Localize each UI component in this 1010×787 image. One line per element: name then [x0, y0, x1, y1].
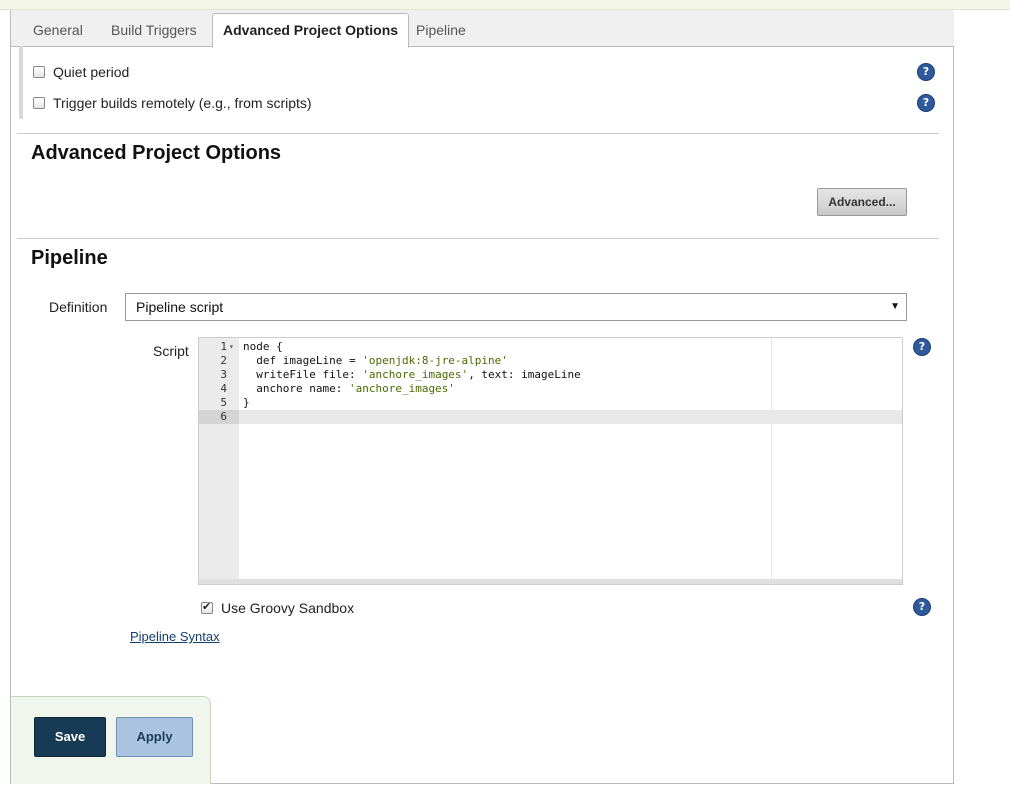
tab-bar: General Build Triggers Advanced Project … [11, 10, 954, 48]
trigger-remote-row: Trigger builds remotely (e.g., from scri… [33, 93, 312, 113]
tab-pipeline[interactable]: Pipeline [406, 14, 476, 46]
help-icon[interactable]: ? [913, 598, 931, 616]
advanced-button[interactable]: Advanced... [817, 188, 907, 216]
line-number: 1 [220, 340, 227, 353]
line-number: 3 [220, 368, 227, 381]
trigger-remote-checkbox[interactable] [33, 97, 45, 109]
code-text: writeFile file: 'anchore_images', text: … [243, 368, 581, 381]
code-text: anchore name: 'anchore_images' [243, 382, 455, 395]
definition-label: Definition [49, 299, 108, 315]
fold-arrow-icon[interactable]: ▾ [229, 340, 234, 354]
pipeline-section-title: Pipeline [31, 247, 108, 269]
section-divider [17, 133, 939, 134]
help-icon[interactable]: ? [913, 338, 931, 356]
code-line-active: 6 [199, 410, 902, 424]
code-line: 1 ▾ node { [199, 340, 902, 354]
action-bar: Save Apply [11, 696, 211, 784]
quiet-period-row: Quiet period [33, 62, 129, 82]
code-line: 5 } [199, 396, 902, 410]
apply-button[interactable]: Apply [116, 717, 193, 757]
line-number: 4 [220, 382, 227, 395]
code-text: } [243, 396, 250, 409]
code-line: 4 anchore name: 'anchore_images' [199, 382, 902, 396]
section-indent-bar [19, 46, 23, 119]
tab-general[interactable]: General [23, 14, 93, 46]
trigger-remote-label: Trigger builds remotely (e.g., from scri… [53, 95, 312, 111]
tab-advanced-project-options[interactable]: Advanced Project Options [212, 13, 410, 48]
tab-build-triggers[interactable]: Build Triggers [101, 14, 207, 46]
quiet-period-checkbox[interactable] [33, 66, 45, 78]
top-strip [0, 0, 1010, 10]
dropdown-arrow-icon: ▼ [890, 301, 900, 312]
sandbox-label: Use Groovy Sandbox [221, 600, 355, 616]
definition-select[interactable]: Pipeline script ▼ [125, 293, 907, 321]
code-line: 2 def imageLine = 'openjdk:8-jre-alpine' [199, 354, 902, 368]
line-number: 6 [199, 410, 239, 424]
help-icon[interactable]: ? [917, 63, 935, 81]
code-text: def imageLine = 'openjdk:8-jre-alpine' [243, 354, 508, 367]
quiet-period-label: Quiet period [53, 64, 130, 80]
advanced-section-title: Advanced Project Options [31, 142, 282, 164]
save-button[interactable]: Save [34, 717, 106, 757]
line-number: 5 [220, 396, 227, 409]
help-icon[interactable]: ? [917, 94, 935, 112]
definition-value: Pipeline script [136, 299, 224, 315]
line-number: 2 [220, 354, 227, 367]
section-divider [17, 238, 939, 239]
code-line: 3 writeFile file: 'anchore_images', text… [199, 368, 902, 382]
sandbox-row: Use Groovy Sandbox [201, 598, 354, 618]
editor-scrollbar[interactable] [199, 579, 902, 584]
sandbox-checkbox[interactable] [201, 600, 213, 614]
config-panel: General Build Triggers Advanced Project … [10, 10, 954, 784]
script-label: Script [153, 343, 189, 359]
code-text: node { [243, 340, 283, 353]
pipeline-syntax-link[interactable]: Pipeline Syntax [130, 629, 220, 644]
script-editor[interactable]: 1 ▾ node { 2 def imageLine = 'openjdk:8-… [198, 337, 903, 585]
